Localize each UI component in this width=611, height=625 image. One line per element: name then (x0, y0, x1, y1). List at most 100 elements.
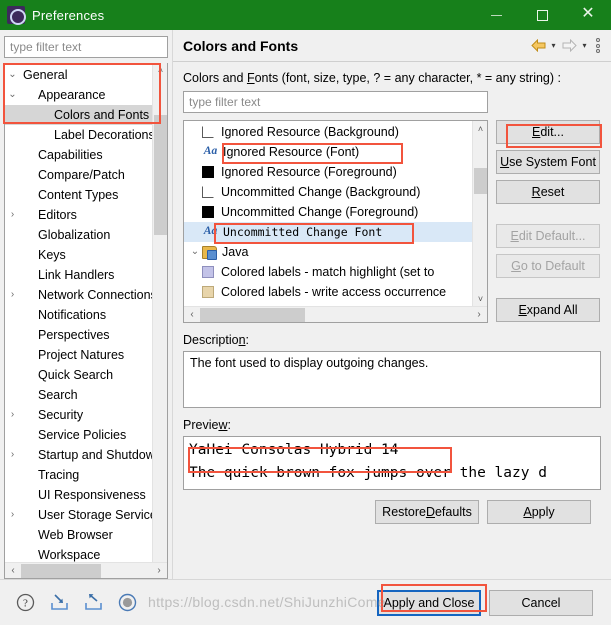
sidebar-item-general[interactable]: ⌄ General (5, 65, 167, 85)
edit-button[interactable]: Edit... (496, 120, 600, 144)
view-menu-icon[interactable] (591, 37, 605, 55)
back-dropdown-icon[interactable]: ▾ (547, 37, 560, 55)
list-hscroll-thumb[interactable] (200, 308, 305, 322)
button-label-post: dit... (540, 125, 564, 139)
gear-icon (7, 6, 26, 25)
apply-button[interactable]: Apply (487, 500, 591, 524)
list-scroll-left-icon[interactable]: ‹ (184, 307, 200, 323)
minimize-button[interactable] (473, 0, 519, 30)
sidebar-item-notifications[interactable]: Notifications (5, 305, 167, 325)
button-group-gap (496, 210, 600, 218)
sidebar-item-content-types[interactable]: Content Types (5, 185, 167, 205)
list-and-buttons-row: Ignored Resource (Background) Aa Ignored R… (183, 120, 601, 323)
chevron-icon[interactable]: › (5, 449, 20, 460)
sidebar-item-globalization[interactable]: Globalization (5, 225, 167, 245)
sidebar-vertical-scrollbar[interactable]: ˄ ˅ (152, 62, 167, 578)
sidebar-item-tracing[interactable]: Tracing (5, 465, 167, 485)
list-item[interactable]: Uncommitted Change (Foreground) (184, 202, 487, 222)
sidebar-item-project-natures[interactable]: Project Natures (5, 345, 167, 365)
list-item[interactable]: Uncommitted Change (Background) (184, 182, 487, 202)
sidebar-item-workspace[interactable]: Workspace (5, 545, 167, 562)
apply-and-close-button[interactable]: Apply and Close (377, 589, 481, 616)
sidebar-item-ui-responsiveness[interactable]: UI Responsiveness (5, 485, 167, 505)
chevron-icon[interactable]: › (5, 409, 20, 420)
restore-defaults-mnemonic: D (425, 505, 435, 519)
close-button[interactable]: ✕ (565, 0, 611, 30)
list-horizontal-scrollbar[interactable]: ‹ › (184, 306, 487, 322)
preview-line-2: The quick brown fox jumps over the lazy … (189, 465, 547, 481)
back-arrow-icon[interactable] (529, 37, 547, 55)
sidebar-filter-input[interactable]: type filter text (4, 36, 168, 58)
sidebar-item-link-handlers[interactable]: Link Handlers (5, 265, 167, 285)
chevron-icon[interactable]: › (5, 289, 20, 300)
edit-default-button: Edit Default... (496, 224, 600, 248)
sidebar-item-security[interactable]: › Security (5, 405, 167, 425)
sidebar-item-web-browser[interactable]: Web Browser (5, 525, 167, 545)
sidebar-item-perspectives[interactable]: Perspectives (5, 325, 167, 345)
sidebar-item-appearance[interactable]: ⌄ Appearance (5, 85, 167, 105)
title-bar: Preferences ✕ (0, 0, 611, 30)
preview-line-1: YaHei Consolas Hybrid 14 (189, 442, 399, 458)
colors-fonts-filter-input[interactable]: type filter text (183, 91, 488, 113)
chevron-icon[interactable]: › (5, 209, 20, 220)
import-icon[interactable] (48, 592, 70, 614)
sidebar-item-label: Security (38, 407, 84, 422)
sidebar-hscroll-thumb[interactable] (21, 564, 101, 578)
sidebar-item-user-storage-service[interactable]: › User Storage Service (5, 505, 167, 525)
chevron-icon[interactable]: ⌄ (5, 69, 20, 80)
sidebar-item-network-connections[interactable]: › Network Connections (5, 285, 167, 305)
sidebar-horizontal-scrollbar[interactable]: ‹ › (5, 562, 167, 578)
page-header: Colors and Fonts ▾ ▾ (173, 30, 611, 62)
sidebar-item-capabilities[interactable]: Capabilities (5, 145, 167, 165)
sidebar-item-compare-patch[interactable]: Compare/Patch (5, 165, 167, 185)
record-icon[interactable] (116, 592, 138, 614)
reset-button[interactable]: Reset (496, 180, 600, 204)
list-item[interactable]: Colored labels - match highlight (set to (184, 262, 487, 282)
list-item[interactable]: Ignored Resource (Foreground) (184, 162, 487, 182)
sidebar-item-service-policies[interactable]: Service Policies (5, 425, 167, 445)
expand-all-button[interactable]: Expand All (496, 298, 600, 322)
sidebar-tree: ⌄ General ⌄ Appearance Colors and Fonts Label… (4, 62, 168, 579)
sidebar-item-keys[interactable]: Keys (5, 245, 167, 265)
list-scroll-thumb[interactable] (474, 168, 487, 194)
sidebar-item-editors[interactable]: › Editors (5, 205, 167, 225)
description-label-mnemonic: n (238, 333, 246, 347)
list-item[interactable]: Aa Uncommitted Change Font (184, 222, 487, 242)
list-scroll-right-icon[interactable]: › (471, 307, 487, 323)
export-icon[interactable] (82, 592, 104, 614)
sidebar-item-quick-search[interactable]: Quick Search (5, 365, 167, 385)
scroll-right-icon[interactable]: › (151, 563, 167, 578)
cancel-button[interactable]: Cancel (489, 589, 593, 616)
list-item[interactable]: Ignored Resource (Background) (184, 122, 487, 142)
list-vertical-scrollbar[interactable]: ˄ ˅ (472, 121, 487, 306)
sidebar-item-startup-and-shutdown[interactable]: › Startup and Shutdown (5, 445, 167, 465)
sidebar-item-search[interactable]: Search (5, 385, 167, 405)
scroll-up-icon[interactable]: ˄ (153, 63, 167, 78)
list-scroll-up-icon[interactable]: ˄ (473, 121, 487, 136)
use-system-font-button[interactable]: Use System Font (496, 150, 600, 174)
restore-defaults-button[interactable]: Restore Defaults (375, 500, 479, 524)
description-label: Description: (183, 333, 601, 347)
chevron-icon[interactable]: ⌄ (5, 89, 20, 100)
forward-arrow-icon[interactable] (560, 37, 578, 55)
preview-label-post: : (227, 418, 231, 432)
sidebar-scroll-thumb[interactable] (154, 114, 167, 235)
button-label-post: dit Default... (518, 229, 586, 243)
chevron-icon[interactable]: › (5, 509, 20, 520)
help-icon[interactable]: ? (14, 592, 36, 614)
list-scroll-down-icon[interactable]: ˅ (473, 291, 487, 306)
button-label-mnemonic: E (510, 229, 519, 243)
maximize-button[interactable] (519, 0, 565, 30)
button-label-mnemonic: G (511, 259, 521, 273)
list-item-label: Colored labels - write access occurrence (221, 285, 447, 299)
forward-dropdown-icon[interactable]: ▾ (578, 37, 591, 55)
list-item[interactable]: ⌄ Java (184, 242, 487, 262)
chevron-icon[interactable]: ⌄ (188, 247, 202, 257)
sidebar-item-colors-and-fonts[interactable]: Colors and Fonts (5, 104, 167, 125)
list-item[interactable]: Colored labels - write access occurrence (184, 282, 487, 302)
restore-defaults-post: efaults (434, 505, 472, 519)
sidebar-item-label-decorations[interactable]: Label Decorations (5, 125, 167, 145)
scroll-left-icon[interactable]: ‹ (5, 563, 21, 578)
list-item-label: Uncommitted Change (Background) (221, 185, 421, 199)
list-item[interactable]: Aa Ignored Resource (Font) (184, 142, 487, 162)
